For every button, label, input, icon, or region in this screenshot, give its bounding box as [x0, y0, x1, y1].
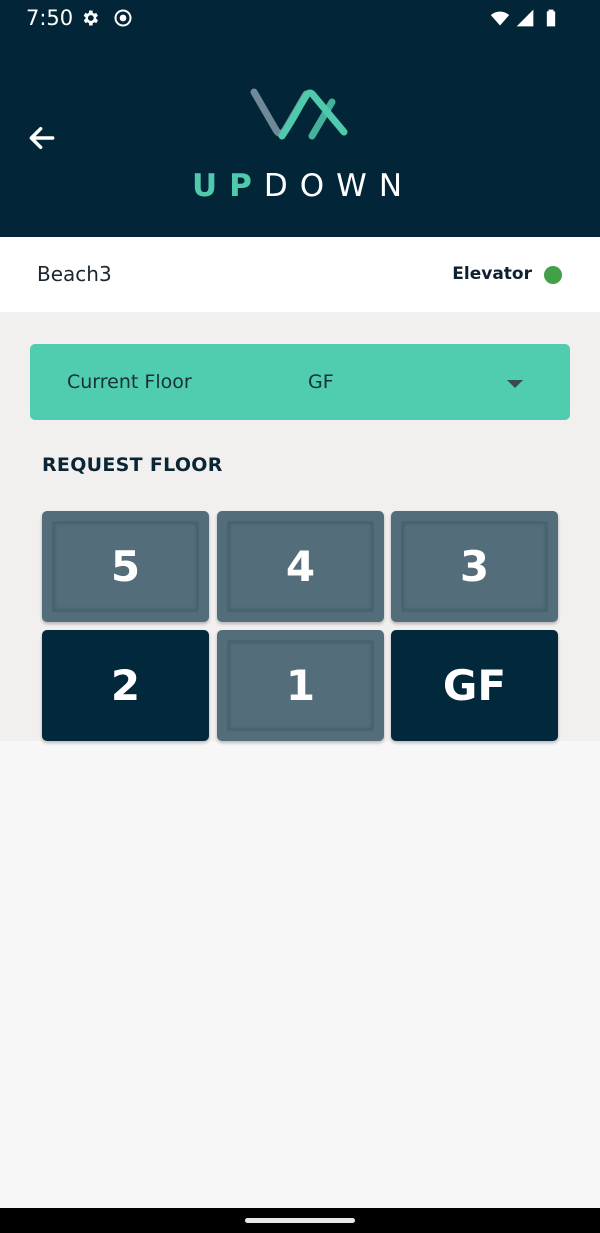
- gear-icon: [83, 10, 98, 26]
- current-floor-dropdown[interactable]: Current Floor GF: [30, 344, 570, 420]
- battery-icon: [546, 9, 556, 27]
- floor-button-label: 1: [285, 661, 316, 710]
- system-nav-bar: [0, 1208, 600, 1233]
- brand-down: DOWN: [263, 168, 415, 204]
- main-content: Current Floor GF REQUEST FLOOR 5 4 3 2 1…: [0, 312, 600, 741]
- status-bar: 7:50: [0, 0, 600, 36]
- app-header: UPDOWN: [0, 36, 600, 237]
- device-name: Beach3: [37, 262, 112, 286]
- floor-button[interactable]: 1: [217, 630, 384, 741]
- dropdown-caret-icon: [507, 380, 523, 388]
- record-icon: [114, 9, 132, 27]
- brand-up: UP: [191, 168, 264, 204]
- current-floor-value: GF: [308, 371, 334, 393]
- device-type-label: Elevator: [452, 264, 532, 284]
- floor-button-label: 5: [110, 542, 141, 591]
- signal-icon: [516, 9, 534, 27]
- device-info-bar: Beach3 Elevator: [0, 237, 600, 312]
- floor-button-label: 3: [459, 542, 490, 591]
- back-arrow-icon[interactable]: [26, 122, 58, 154]
- floor-button[interactable]: GF: [391, 630, 558, 741]
- status-dot: [544, 266, 562, 284]
- floor-button[interactable]: 4: [217, 511, 384, 622]
- current-floor-label: Current Floor: [67, 371, 192, 393]
- updown-logo: [250, 88, 348, 140]
- home-gesture-handle[interactable]: [245, 1218, 355, 1223]
- floor-button-label: 2: [110, 661, 141, 710]
- floor-button-label: 4: [285, 542, 316, 591]
- wifi-icon: [490, 11, 510, 26]
- floor-button[interactable]: 5: [42, 511, 209, 622]
- floor-button-label: GF: [442, 661, 507, 710]
- floor-button[interactable]: 3: [391, 511, 558, 622]
- floor-button[interactable]: 2: [42, 630, 209, 741]
- request-floor-heading: REQUEST FLOOR: [42, 454, 223, 476]
- brand-name: UPDOWN: [0, 168, 600, 204]
- status-time: 7:50: [26, 6, 74, 30]
